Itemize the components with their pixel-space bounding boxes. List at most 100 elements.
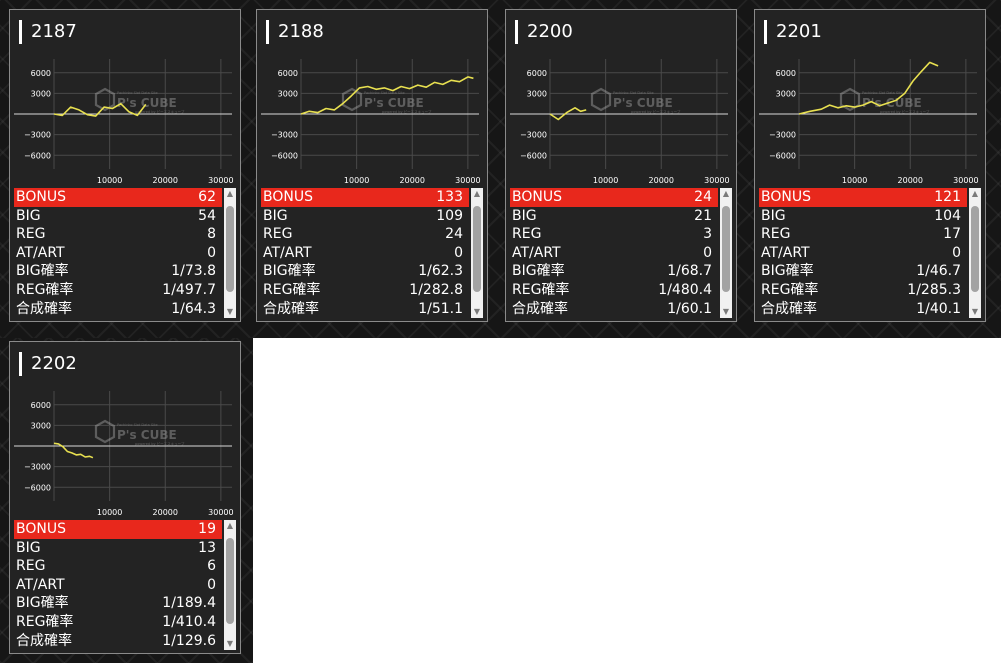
logo-brand: P's CUBE (613, 96, 673, 110)
machine-number: 2201 (764, 20, 822, 44)
scroll-up-icon[interactable]: ▲ (969, 188, 981, 200)
stat-row-reg-5: REG確率 1/410.4 (14, 613, 222, 632)
x-tick-label: 30000 (208, 508, 233, 517)
stat-row-big-4: BIG確率 1/68.7 (510, 262, 718, 281)
stat-value: 1/189.4 (162, 595, 216, 612)
stat-row-atart: AT/ART 0 (759, 244, 967, 263)
stat-label: 合成確率 (761, 300, 817, 317)
y-tick-label: −3000 (24, 131, 51, 140)
logo-tagline: Pachinko Slot Data Site (613, 91, 654, 95)
y-tick-label: −6000 (769, 151, 796, 160)
scrollbar-thumb[interactable] (226, 538, 234, 624)
stat-value: 6 (207, 558, 216, 575)
machine-card[interactable]: 2200 6000 3000 −3000 −6000 10000 20000 30000 Pac… (505, 9, 737, 322)
stat-label: 合成確率 (16, 300, 72, 317)
machine-card[interactable]: 2187 6000 3000 −3000 −6000 10000 20000 30000 Pac… (9, 9, 241, 322)
stat-value: 1/129.6 (162, 632, 216, 649)
scrollbar-thumb[interactable] (226, 206, 234, 292)
payout-chart: 6000 3000 −3000 −6000 10000 20000 30000 Pachink… (510, 54, 732, 186)
stat-value: 24 (445, 226, 463, 243)
y-tick-label: 3000 (31, 89, 51, 98)
y-tick-label: −3000 (520, 131, 547, 140)
scroll-up-icon[interactable]: ▲ (224, 188, 236, 200)
logo-brand: P's CUBE (117, 428, 177, 442)
stats-scrollbar[interactable]: ▲ ▼ (471, 188, 483, 318)
chart-svg: 6000 3000 −3000 −6000 10000 20000 30000 Pachink… (261, 59, 481, 185)
stat-value: 1/46.7 (916, 263, 961, 280)
chart-svg: 6000 3000 −3000 −6000 10000 20000 30000 Pachink… (759, 59, 979, 185)
scrollbar-thumb[interactable] (722, 206, 730, 292)
stat-label: AT/ART (16, 576, 65, 593)
scroll-up-icon[interactable]: ▲ (720, 188, 732, 200)
stat-row-big: BIG 21 (510, 207, 718, 226)
x-tick-label: 20000 (649, 176, 674, 185)
x-tick-label: 20000 (153, 176, 178, 185)
stat-label: BONUS (263, 189, 313, 205)
scrollbar-thumb[interactable] (473, 206, 481, 292)
stat-value: 1/40.1 (916, 300, 961, 317)
stat-row-bonus: BONUS 121 (759, 188, 967, 207)
stat-row-big-4: BIG確率 1/62.3 (261, 262, 469, 281)
stat-label: BIG確率 (263, 263, 316, 280)
stat-label: 合成確率 (263, 300, 319, 317)
stat-label: 合成確率 (16, 632, 72, 649)
machine-card[interactable]: 2188 6000 3000 −3000 −6000 10000 20000 30000 Pac… (256, 9, 488, 322)
stat-label: BONUS (761, 189, 811, 205)
scroll-down-icon[interactable]: ▼ (224, 306, 236, 318)
stats-list: BONUS 121 BIG 104 REG 17 AT/ART 0 BIG確率 1/46.7 REG… (759, 188, 967, 318)
stat-value: 0 (454, 244, 463, 261)
y-tick-label: 3000 (776, 89, 796, 98)
y-tick-label: 6000 (776, 69, 796, 78)
stat-label: BIG確率 (16, 263, 69, 280)
stat-label: AT/ART (512, 244, 561, 261)
stat-row-reg-5: REG確率 1/282.8 (261, 281, 469, 300)
chart-svg: 6000 3000 −3000 −6000 10000 20000 30000 Pachink… (14, 59, 234, 185)
logo-tagline: Pachinko Slot Data Site (364, 91, 405, 95)
logo-hexagon-icon (94, 419, 116, 444)
scrollbar-thumb[interactable] (971, 206, 979, 292)
stat-label: BIG (761, 207, 786, 224)
stat-value: 1/410.4 (162, 613, 216, 630)
stat-row-big-4: BIG確率 1/73.8 (14, 262, 222, 281)
stats-scrollbar[interactable]: ▲ ▼ (720, 188, 732, 318)
x-tick-label: 10000 (344, 176, 369, 185)
logo-subtagline: powered by ピーエスキューブ (382, 109, 432, 114)
stat-row--6: 合成確率 1/51.1 (261, 300, 469, 318)
stat-value: 1/282.8 (409, 281, 463, 298)
y-tick-label: −3000 (769, 131, 796, 140)
stats-scrollbar[interactable]: ▲ ▼ (969, 188, 981, 318)
stats-list: BONUS 19 BIG 13 REG 6 AT/ART 0 BIG確率 1/189.4 REG確率… (14, 520, 222, 650)
machine-number: 2188 (266, 20, 324, 44)
stat-row-reg: REG 3 (510, 225, 718, 244)
stat-value: 3 (703, 226, 712, 243)
stat-value: 1/497.7 (162, 281, 216, 298)
stat-value: 13 (198, 539, 216, 556)
x-tick-label: 20000 (400, 176, 425, 185)
machine-card[interactable]: 2201 6000 3000 −3000 −6000 10000 20000 30000 Pac… (754, 9, 986, 322)
stats-scrollbar[interactable]: ▲ ▼ (224, 188, 236, 318)
scroll-up-icon[interactable]: ▲ (224, 520, 236, 532)
stat-value: 0 (207, 244, 216, 261)
scroll-up-icon[interactable]: ▲ (471, 188, 483, 200)
stat-row-reg: REG 17 (759, 225, 967, 244)
scroll-down-icon[interactable]: ▼ (720, 306, 732, 318)
chart-svg: 6000 3000 −3000 −6000 10000 20000 30000 Pachink… (510, 59, 730, 185)
stat-value: 8 (207, 226, 216, 243)
stat-label: REG (16, 558, 46, 575)
scroll-down-icon[interactable]: ▼ (471, 306, 483, 318)
stats-list: BONUS 24 BIG 21 REG 3 AT/ART 0 BIG確率 1/68.7 REG確率 1… (510, 188, 718, 318)
scroll-down-icon[interactable]: ▼ (969, 306, 981, 318)
y-tick-label: −6000 (520, 151, 547, 160)
x-tick-label: 30000 (704, 176, 729, 185)
scroll-down-icon[interactable]: ▼ (224, 638, 236, 650)
stat-value: 1/73.8 (171, 263, 216, 280)
stat-value: 24 (694, 189, 712, 205)
machine-card[interactable]: 2202 6000 3000 −3000 −6000 10000 20000 30000 Pac… (9, 341, 241, 654)
x-tick-label: 20000 (153, 508, 178, 517)
machine-number: 2202 (19, 352, 77, 376)
stat-label: REG確率 (16, 613, 74, 630)
stat-value: 1/62.3 (418, 263, 463, 280)
x-tick-label: 30000 (953, 176, 978, 185)
payout-chart: 6000 3000 −3000 −6000 10000 20000 30000 Pachink… (14, 54, 236, 186)
stats-scrollbar[interactable]: ▲ ▼ (224, 520, 236, 650)
